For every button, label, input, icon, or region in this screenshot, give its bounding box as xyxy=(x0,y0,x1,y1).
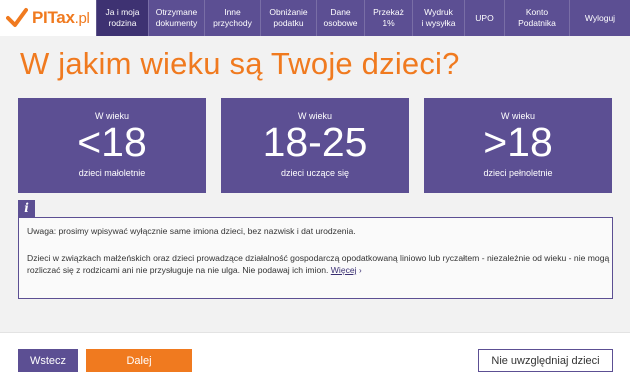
info-paragraph-text: Dzieci w związkach małżeńskich oraz dzie… xyxy=(27,253,610,275)
age-options: W wieku <18 dzieci małoletnie W wieku 18… xyxy=(18,98,612,193)
nav-item-5[interactable]: Przekaż 1% xyxy=(364,0,412,36)
page-title: W jakim wieku są Twoje dzieci? xyxy=(20,46,460,81)
info-notice: Uwaga: prosimy wpisywać wyłącznie same i… xyxy=(27,226,356,236)
chevron-right-icon: › xyxy=(358,266,362,275)
card-value: 18-25 xyxy=(262,119,368,165)
nav-item-6[interactable]: Wydruk i wysyłka xyxy=(412,0,464,36)
age-option-over-18[interactable]: W wieku >18 dzieci pełnoletnie xyxy=(424,98,612,193)
nav-item-8[interactable]: Konto Podatnika xyxy=(504,0,569,36)
info-icon: i xyxy=(18,200,35,217)
card-description: dzieci uczące się xyxy=(280,168,350,178)
checkmark-logo-icon xyxy=(6,7,28,29)
card-value: <18 xyxy=(77,119,147,165)
age-option-under-18[interactable]: W wieku <18 dzieci małoletnie xyxy=(18,98,206,193)
nav-item-3[interactable]: Obniżanie podatku xyxy=(260,0,316,36)
logo[interactable]: PITax.pl xyxy=(0,0,96,36)
nav-item-2[interactable]: Inne przychody xyxy=(204,0,260,36)
back-button[interactable]: Wstecz xyxy=(18,349,78,372)
nav-item-0[interactable]: Ja i moja rodzina xyxy=(96,0,148,36)
nav-item-1[interactable]: Otrzymane dokumenty xyxy=(148,0,204,36)
nav-item-4[interactable]: Dane osobowe xyxy=(316,0,364,36)
ignore-children-button[interactable]: Nie uwzględniaj dzieci xyxy=(478,349,613,372)
card-description: dzieci małoletnie xyxy=(78,168,146,178)
nav-item-7[interactable]: UPO xyxy=(464,0,504,36)
info-paragraph: Dzieci w związkach małżeńskich oraz dzie… xyxy=(27,252,610,277)
logo-text: PITax.pl xyxy=(32,8,90,27)
card-value: >18 xyxy=(483,119,553,165)
nav-menu: Ja i moja rodzina Otrzymane dokumenty Inne… xyxy=(96,0,630,36)
top-nav: PITax.pl Ja i moja rodzina Otrzymane doku… xyxy=(0,0,630,36)
info-box: Uwaga: prosimy wpisywać wyłącznie same i… xyxy=(18,217,613,299)
card-description: dzieci pełnoletnie xyxy=(483,168,553,178)
footer-bar: Wstecz Dalej Nie uwzględniaj dzieci xyxy=(0,332,630,375)
age-option-18-25[interactable]: W wieku 18-25 dzieci uczące się xyxy=(221,98,409,193)
nav-item-9[interactable]: Wyloguj xyxy=(569,0,630,36)
next-button[interactable]: Dalej xyxy=(86,349,192,372)
more-link[interactable]: Więcej xyxy=(331,265,357,275)
